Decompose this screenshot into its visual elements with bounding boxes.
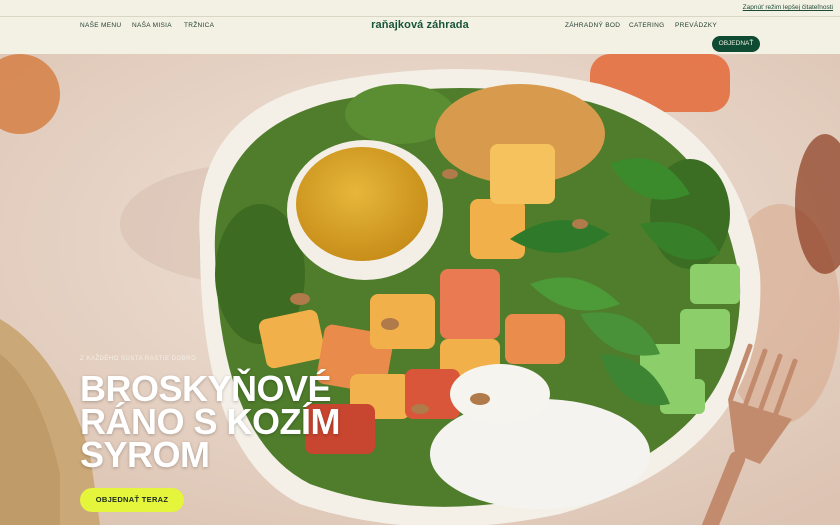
nav-item-garden-point[interactable]: ZÁHRADNÝ BOD [565, 22, 620, 29]
hero-title: BROSKYŇOVÉ RÁNO S KOZÍM SYROM [80, 368, 341, 475]
accessibility-mode-link[interactable]: Zapnúť režim lepšej čitateľnosti [743, 4, 833, 11]
hero-kicker: Z KAŽDÉHO SÚSTA RASTIE DOBRO [80, 356, 197, 362]
order-button[interactable]: OBJEDNAŤ [712, 36, 760, 52]
order-now-button[interactable]: OBJEDNAŤ TERAZ [80, 488, 184, 512]
nav-item-locations[interactable]: PREVÁDZKY [675, 22, 717, 29]
nav-item-catering[interactable]: CATERING [629, 22, 665, 29]
accessibility-bar: Zapnúť režim lepšej čitateľnosti [0, 0, 840, 17]
main-nav: NAŠE MENU NAŠA MISIA TRŽNICA raňajková z… [0, 17, 840, 54]
hero-section: Z KAŽDÉHO SÚSTA RASTIE DOBRO BROSKYŇOVÉ … [0, 54, 840, 525]
